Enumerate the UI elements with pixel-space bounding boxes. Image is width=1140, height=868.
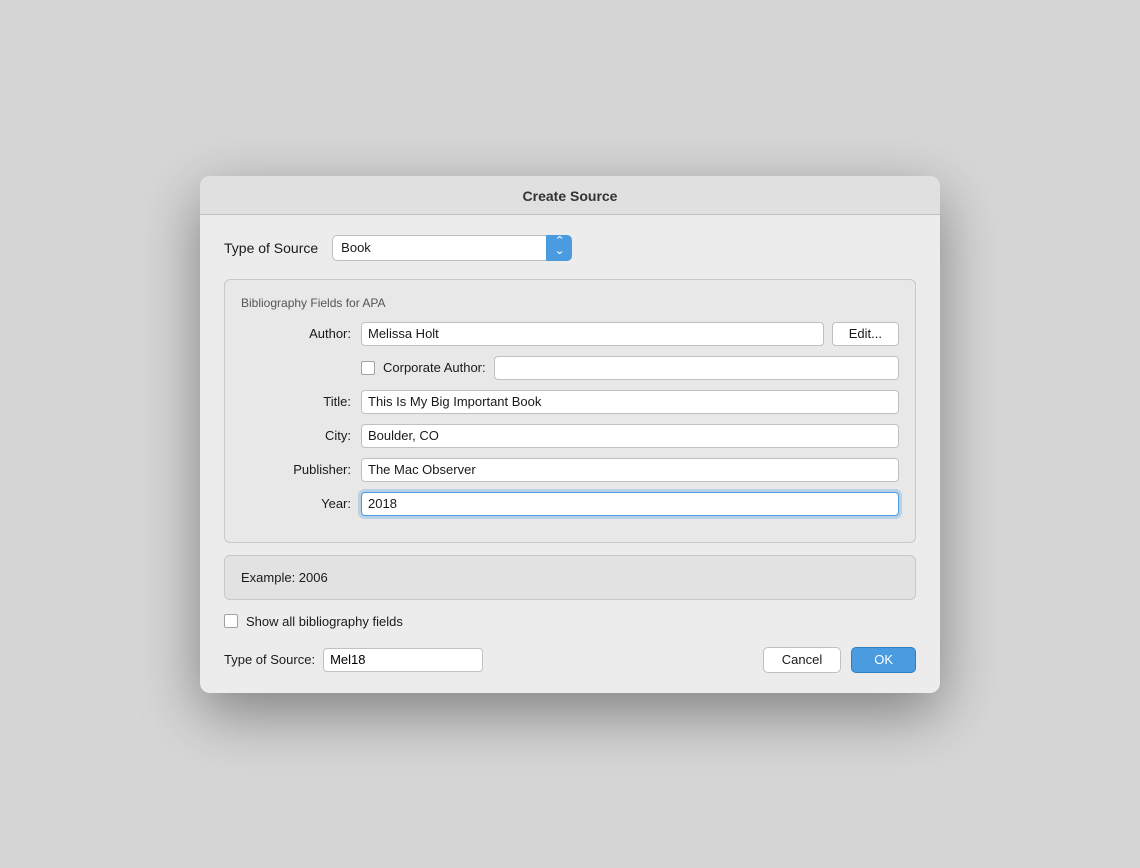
city-input[interactable] [361,424,899,448]
dialog-body: Type of Source Book Book Section Journal… [200,215,940,693]
bibliography-section-label: Bibliography Fields for APA [241,296,899,310]
author-input[interactable] [361,322,824,346]
footer-buttons: Cancel OK [763,647,916,673]
author-input-group: Edit... [361,322,899,346]
dialog-title: Create Source [523,188,618,204]
edit-button[interactable]: Edit... [832,322,899,346]
show-all-row: Show all bibliography fields [224,614,916,629]
create-source-dialog: Create Source Type of Source Book Book S… [200,176,940,693]
type-of-source-select[interactable]: Book Book Section Journal Article Articl… [332,235,572,261]
author-row: Author: Edit... [241,322,899,346]
publisher-row: Publisher: [241,458,899,482]
footer-source-type-label: Type of Source: [224,652,315,667]
year-row: Year: [241,492,899,516]
type-of-source-label: Type of Source [224,240,318,256]
footer-left: Type of Source: [224,648,483,672]
title-row: Title: [241,390,899,414]
year-input[interactable] [361,492,899,516]
footer-row: Type of Source: Cancel OK [224,647,916,673]
ok-button[interactable]: OK [851,647,916,673]
city-label: City: [241,428,351,443]
type-of-source-row: Type of Source Book Book Section Journal… [224,235,916,261]
example-text: Example: 2006 [241,570,328,585]
corporate-author-checkbox[interactable] [361,361,375,375]
footer-source-type-input[interactable] [323,648,483,672]
year-label: Year: [241,496,351,511]
publisher-input[interactable] [361,458,899,482]
example-box: Example: 2006 [224,555,916,600]
dialog-title-bar: Create Source [200,176,940,215]
show-all-checkbox[interactable] [224,614,238,628]
corporate-author-row: Corporate Author: [241,356,899,380]
publisher-label: Publisher: [241,462,351,477]
cancel-button[interactable]: Cancel [763,647,841,673]
corporate-author-label: Corporate Author: [383,360,486,375]
title-label: Title: [241,394,351,409]
title-input[interactable] [361,390,899,414]
corporate-checkbox-wrapper [361,361,375,375]
corporate-author-input[interactable] [494,356,899,380]
author-label: Author: [241,326,351,341]
source-select-wrapper: Book Book Section Journal Article Articl… [332,235,572,261]
show-all-label: Show all bibliography fields [246,614,403,629]
city-row: City: [241,424,899,448]
bibliography-section: Bibliography Fields for APA Author: Edit… [224,279,916,543]
